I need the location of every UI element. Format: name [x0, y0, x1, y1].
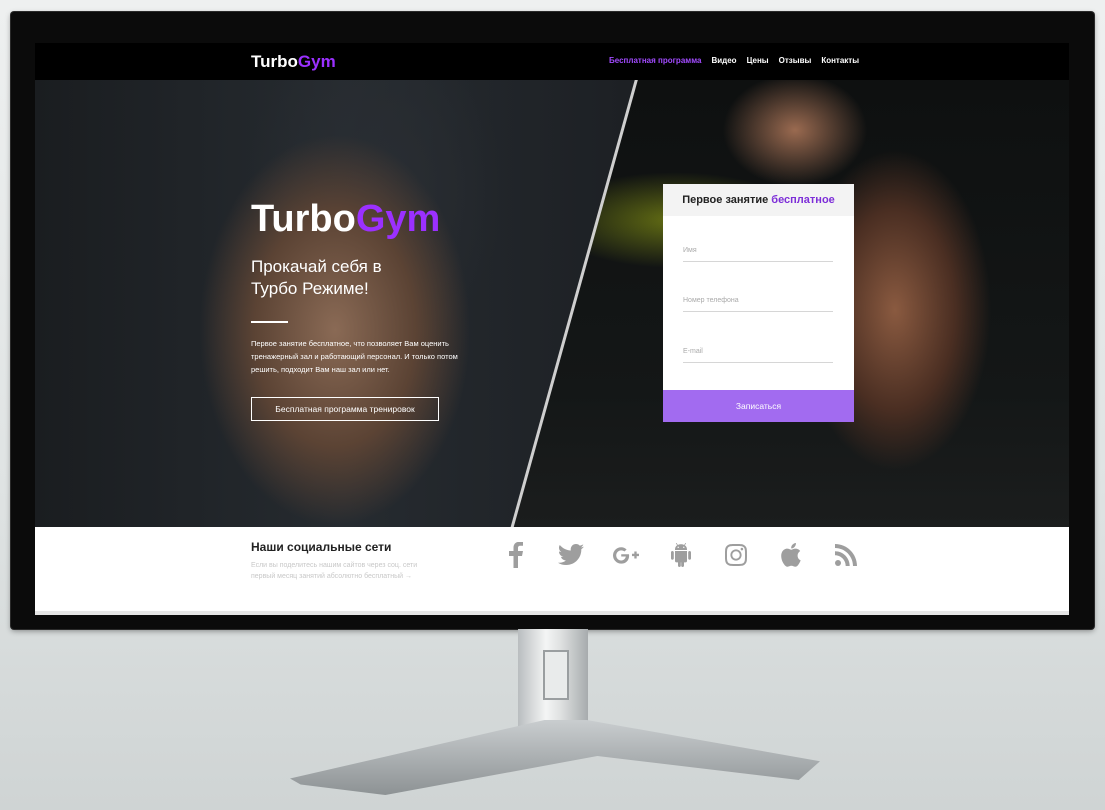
- hero-subtitle: Прокачай себя в Турбо Режиме!: [251, 257, 382, 298]
- apple-icon[interactable]: [778, 542, 804, 568]
- monitor-stand-slot: [543, 650, 569, 700]
- name-field[interactable]: Имя: [683, 242, 833, 262]
- logo-accent-text: Gym: [297, 52, 336, 71]
- navbar: TurboGym Бесплатная программа Видео Цены…: [35, 43, 1069, 80]
- form-header-text: Первое занятие: [682, 194, 772, 206]
- social-section: Наши социальные сети Если вы поделитесь …: [35, 527, 1069, 615]
- form-header: Первое занятие бесплатное: [663, 184, 854, 216]
- instagram-icon[interactable]: [723, 542, 749, 568]
- form-header-accent: бесплатное: [771, 194, 835, 206]
- twitter-icon[interactable]: [558, 542, 584, 568]
- nav-link-contacts[interactable]: Контакты: [821, 56, 859, 65]
- monitor-frame: TurboGym Бесплатная программа Видео Цены…: [11, 12, 1094, 629]
- nav-link-free-program[interactable]: Бесплатная программа: [609, 56, 701, 65]
- hero-title: TurboGym: [251, 198, 440, 241]
- monitor-stand-base: [290, 720, 820, 795]
- social-bottom-border: [35, 611, 1069, 615]
- email-field[interactable]: E-mail: [683, 343, 833, 363]
- facebook-icon[interactable]: [503, 542, 529, 568]
- phone-field[interactable]: Номер телефона: [683, 292, 833, 312]
- social-description: Если вы поделитесь нашим сайтов через со…: [251, 562, 418, 580]
- hero-description: Первое занятие бесплатное, что позволяет…: [251, 339, 458, 374]
- browser-screen: TurboGym Бесплатная программа Видео Цены…: [35, 43, 1069, 615]
- site-logo[interactable]: TurboGym: [251, 52, 336, 72]
- hero-title-accent: Gym: [355, 198, 441, 240]
- hero-section: TurboGym Прокачай себя в Турбо Режиме! П…: [35, 80, 1069, 527]
- free-program-button[interactable]: Бесплатная программа тренировок: [251, 397, 439, 421]
- social-title: Наши социальные сети: [251, 540, 392, 554]
- signup-submit-button[interactable]: Записаться: [663, 390, 854, 422]
- nav-link-video[interactable]: Видео: [711, 56, 736, 65]
- rss-icon[interactable]: [833, 542, 859, 568]
- signup-form: Первое занятие бесплатное Имя Номер теле…: [663, 184, 854, 422]
- nav-link-prices[interactable]: Цены: [747, 56, 769, 65]
- google-plus-icon[interactable]: [613, 542, 639, 568]
- hero-divider-line: [251, 321, 288, 323]
- android-icon[interactable]: [668, 542, 694, 568]
- nav-links: Бесплатная программа Видео Цены Отзывы К…: [609, 56, 859, 65]
- social-icons: [503, 542, 859, 568]
- nav-link-reviews[interactable]: Отзывы: [779, 56, 812, 65]
- logo-text: Turbo: [251, 52, 298, 71]
- hero-title-text: Turbo: [251, 198, 356, 240]
